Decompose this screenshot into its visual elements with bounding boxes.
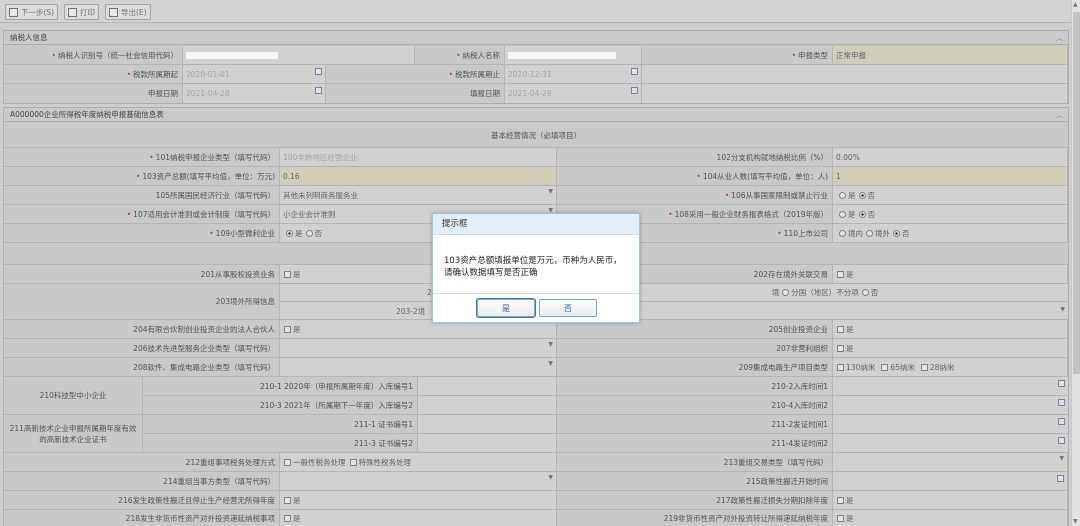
radio-no[interactable] [858, 191, 866, 199]
calendar-icon[interactable] [1057, 475, 1064, 482]
dialog-message: 103资产总额填报单位是万元，币种为人民币，请确认数据填写是否正确 [444, 256, 622, 278]
taxpayer-panel: 纳税人信息 ︿ • 纳税人识别号（统一社会信用代码） • 纳税人名称 • 申报类型 正常… [3, 30, 1069, 104]
r213-select[interactable]: ▼ [833, 453, 1068, 471]
print-button[interactable]: 打印 [64, 4, 99, 20]
taxpayer-row-2: • 税款所属期起 2020-01-01 • 税款所属期止 2020-12-31 [4, 65, 1068, 84]
r212-checkboxes[interactable]: 一般性税务处理 特殊性税务处理 [280, 453, 557, 471]
masked-value [186, 51, 278, 59]
r205-checkbox[interactable]: 是 [833, 320, 1068, 338]
r108-radio-group[interactable]: 是否 [833, 205, 1068, 223]
collapse-icon[interactable]: ︿ [1056, 31, 1063, 45]
print-icon [68, 7, 77, 17]
radio-yes[interactable] [839, 210, 846, 218]
calendar-icon[interactable] [315, 68, 322, 75]
dropdown-arrow-icon: ▼ [548, 360, 553, 367]
taxpayer-name-field[interactable] [505, 46, 642, 64]
dropdown-arrow-icon: ▼ [1059, 455, 1064, 462]
dropdown-arrow-icon: ▼ [548, 474, 553, 481]
r211-2-date-field[interactable] [833, 415, 1068, 433]
r219-checkbox[interactable]: 是 [833, 510, 1068, 526]
collapse-icon[interactable]: ︿ [1056, 108, 1063, 122]
fill-date-field[interactable]: 2021-04-28 [505, 84, 642, 103]
next-step-button[interactable]: 下一步(S) [5, 4, 59, 20]
r203-group: 2 境 分国（地区）不分项 否 203-2境 ▼ [280, 284, 1068, 319]
period-start-field[interactable]: 2020-01-01 [183, 65, 326, 83]
r216-checkbox[interactable]: 是 [280, 491, 557, 509]
r206-select[interactable]: ▼ [280, 339, 557, 357]
taxpayer-header[interactable]: 纳税人信息 ︿ [4, 31, 1068, 45]
dropdown-arrow-icon: ▼ [548, 341, 553, 348]
radio-domestic[interactable] [839, 229, 846, 237]
dropdown-arrow-icon: ▼ [548, 188, 553, 195]
r218-checkbox[interactable]: 是 [280, 510, 557, 526]
period-end-field[interactable]: 2020-12-31 [505, 65, 642, 83]
r211-1-field[interactable] [418, 415, 557, 433]
calendar-icon[interactable] [631, 68, 638, 75]
section-title: 基本经营情况（必填项目） [4, 123, 1068, 147]
r217-checkbox[interactable]: 是 [833, 491, 1068, 509]
r210-1-field[interactable] [418, 377, 557, 395]
declaration-date-field[interactable]: 2021-04-28 [183, 84, 326, 103]
form-header[interactable]: A000000企业所得税年度纳税申报基础信息表 ︿ [4, 108, 1068, 122]
dialog-footer: 是 否 [433, 293, 639, 323]
confirm-dialog: 提示框 103资产总额填报单位是万元，币种为人民币，请确认数据填写是否正确 是 … [432, 213, 640, 323]
r210-2-date-field[interactable] [833, 377, 1068, 395]
r202-checkbox[interactable]: 是 [833, 265, 1068, 283]
vertical-scrollbar[interactable]: ▲ ▼ [1071, 0, 1080, 526]
taxpayer-id-field[interactable] [183, 46, 415, 64]
scroll-up-icon[interactable]: ▲ [1073, 1, 1078, 8]
radio-no[interactable] [305, 229, 313, 237]
r104-field[interactable]: 1 [833, 167, 1068, 185]
taxpayer-row-1: • 纳税人识别号（统一社会信用代码） • 纳税人名称 • 申报类型 正常申报 [4, 46, 1068, 65]
toolbar: 下一步(S) 打印 导出(E) [0, 0, 1071, 23]
r106-radio-group[interactable]: 是否 [833, 186, 1068, 204]
r209-checkboxes[interactable]: 130纳米 65纳米 28纳米 [833, 358, 1068, 376]
radio-by-country[interactable] [782, 289, 790, 296]
r101-field[interactable]: 100非跨地区经营企业 [280, 148, 557, 166]
r208-select[interactable]: ▼ [280, 358, 557, 376]
radio-no[interactable] [893, 229, 900, 237]
calendar-icon[interactable] [315, 87, 322, 94]
export-icon [109, 7, 118, 17]
declaration-type-field: 正常申报 [833, 46, 1068, 64]
radio-no[interactable] [858, 210, 866, 218]
r210-4-date-field[interactable] [833, 396, 1068, 414]
r105-select[interactable]: 其他未列明商务服务业 ▼ [280, 186, 557, 204]
calendar-icon[interactable] [1058, 437, 1065, 444]
taxpayer-row-3: 申报日期 2021-04-28 填报日期 2021-04-28 [4, 84, 1068, 103]
calendar-icon[interactable] [1058, 380, 1065, 387]
r102-field: 0.00% [833, 148, 1068, 166]
calendar-icon[interactable] [1058, 418, 1065, 425]
export-button[interactable]: 导出(E) [105, 4, 151, 20]
r211-4-date-field[interactable] [833, 434, 1068, 452]
dropdown-arrow-icon[interactable]: ▼ [1060, 306, 1065, 313]
r103-field[interactable]: 0.16 [280, 167, 557, 185]
scrollbar-thumb[interactable] [1073, 12, 1080, 374]
save-icon [9, 7, 18, 17]
r214-select[interactable]: ▼ [280, 472, 557, 490]
r211-3-field[interactable] [418, 434, 557, 452]
calendar-icon[interactable] [631, 87, 638, 94]
r110-radio-group[interactable]: 境内 境外否 [833, 224, 1068, 242]
radio-no[interactable] [861, 289, 869, 296]
radio-yes[interactable] [839, 191, 846, 199]
masked-value [508, 51, 616, 59]
r210-3-field[interactable] [418, 396, 557, 414]
r215-date-field[interactable] [833, 472, 1068, 490]
confirm-no-button[interactable]: 否 [539, 299, 597, 317]
confirm-yes-button[interactable]: 是 [476, 298, 536, 318]
radio-overseas[interactable] [866, 229, 873, 237]
dialog-title: 提示框 [433, 214, 639, 235]
r207-checkbox[interactable]: 是 [833, 339, 1068, 357]
calendar-icon[interactable] [1058, 399, 1065, 406]
scroll-down-icon[interactable]: ▼ [1073, 518, 1078, 525]
radio-yes[interactable] [286, 229, 293, 237]
